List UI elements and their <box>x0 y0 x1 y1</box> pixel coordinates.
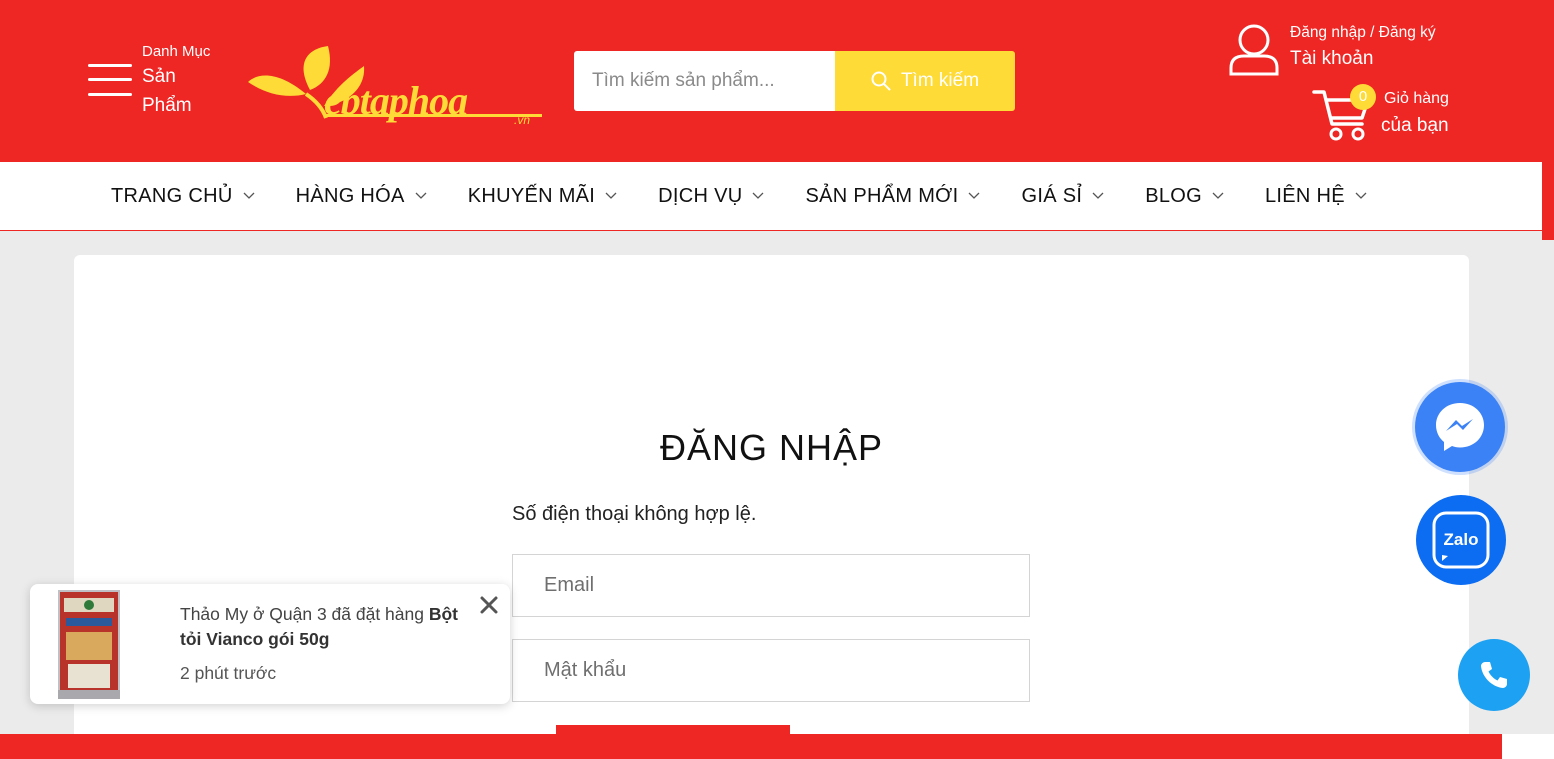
site-header: Danh Mục Sản Phẩm ebtaphoa .vn Tìm kiếm … <box>0 0 1554 162</box>
search-button[interactable]: Tìm kiếm <box>835 51 1015 111</box>
nav-item-label: GIÁ SỈ <box>1021 184 1083 207</box>
cart-label-big: của bạn <box>1381 115 1449 136</box>
chevron-down-icon <box>753 192 764 199</box>
scrollbar-track[interactable] <box>1542 0 1554 240</box>
chevron-down-icon <box>1092 192 1104 199</box>
hamburger-icon <box>88 62 132 98</box>
chevron-down-icon <box>415 192 427 199</box>
nav-item-home[interactable]: TRANG CHỦ <box>111 185 255 208</box>
cart-count-badge: 0 <box>1350 84 1376 110</box>
menu-label-big: Sản Phẩm <box>142 66 192 116</box>
password-field[interactable] <box>512 639 1030 702</box>
email-field[interactable] <box>512 554 1030 617</box>
nav-item-services[interactable]: DỊCH VỤ <box>658 185 764 208</box>
chevron-down-icon <box>243 192 255 199</box>
search-icon <box>871 71 891 91</box>
nav-item-promotions[interactable]: KHUYẾN MÃI <box>468 185 617 208</box>
user-icon <box>1229 24 1279 76</box>
site-logo[interactable]: ebtaphoa .vn <box>246 44 548 127</box>
nav-item-new-products[interactable]: SẢN PHẨM MỚI <box>805 185 980 208</box>
footer-corner <box>1502 734 1554 759</box>
chevron-down-icon <box>1212 192 1224 199</box>
recent-order-toast: Thảo My ở Quận 3 đã đặt hàng Bột tỏi Via… <box>30 584 510 704</box>
messenger-button[interactable] <box>1415 382 1505 472</box>
nav-item-label: DỊCH VỤ <box>658 184 743 207</box>
page: Danh Mục Sản Phẩm ebtaphoa .vn Tìm kiếm … <box>0 0 1554 759</box>
main-nav: TRANG CHỦ HÀNG HÓA KHUYẾN MÃI DỊCH VỤ SẢ… <box>0 162 1542 231</box>
chevron-down-icon <box>605 192 617 199</box>
nav-item-label: KHUYẾN MÃI <box>467 184 596 207</box>
close-icon[interactable] <box>478 594 500 616</box>
product-image[interactable] <box>58 590 120 699</box>
nav-item-label: LIÊN HỆ <box>1264 184 1345 207</box>
svg-text:.vn: .vn <box>514 113 530 126</box>
cart-label-small: Giỏ hàng <box>1384 90 1449 107</box>
messenger-icon <box>1436 403 1484 451</box>
search-button-label: Tìm kiếm <box>900 70 980 91</box>
nav-item-contact[interactable]: LIÊN HỆ <box>1265 185 1367 208</box>
nav-item-label: BLOG <box>1145 184 1202 207</box>
nav-item-label: SẢN PHẨM MỚI <box>805 184 959 207</box>
account-link[interactable]: Đăng nhập / Đăng ký Tài khoản <box>1226 20 1466 80</box>
phone-icon <box>1481 662 1507 688</box>
zalo-icon: Zalo <box>1432 511 1490 569</box>
toast-time: 2 phút trước <box>180 663 277 683</box>
search-bar: Tìm kiếm <box>574 51 1015 111</box>
account-label: Tài khoản <box>1290 48 1374 69</box>
zalo-button[interactable]: Zalo <box>1416 495 1506 585</box>
cart-link[interactable]: 0 Giỏ hàng của bạn <box>1312 84 1472 144</box>
search-input[interactable] <box>574 51 835 111</box>
zalo-label: Zalo <box>1444 530 1479 549</box>
chevron-down-icon <box>1355 192 1367 199</box>
toast-message: Thảo My ở Quận 3 đã đặt hàng Bột tỏi Via… <box>180 602 480 652</box>
menu-label-small: Danh Mục <box>142 43 211 60</box>
footer-bar <box>0 734 1502 759</box>
nav-item-products[interactable]: HÀNG HÓA <box>296 185 427 208</box>
error-message: Số điện thoại không hợp lệ. <box>512 503 757 525</box>
phone-call-button[interactable] <box>1458 639 1530 711</box>
account-login-register: Đăng nhập / Đăng ký <box>1290 24 1436 41</box>
category-menu-button[interactable]: Danh Mục Sản Phẩm <box>86 40 226 124</box>
chevron-down-icon <box>969 192 980 199</box>
toast-message-prefix: Thảo My ở Quận 3 đã đặt hàng <box>180 604 429 624</box>
nav-item-blog[interactable]: BLOG <box>1145 185 1224 208</box>
nav-item-label: HÀNG HÓA <box>295 184 405 207</box>
nav-item-wholesale[interactable]: GIÁ SỈ <box>1021 185 1104 208</box>
nav-item-label: TRANG CHỦ <box>111 184 233 207</box>
page-title: ĐĂNG NHẬP <box>659 427 884 468</box>
